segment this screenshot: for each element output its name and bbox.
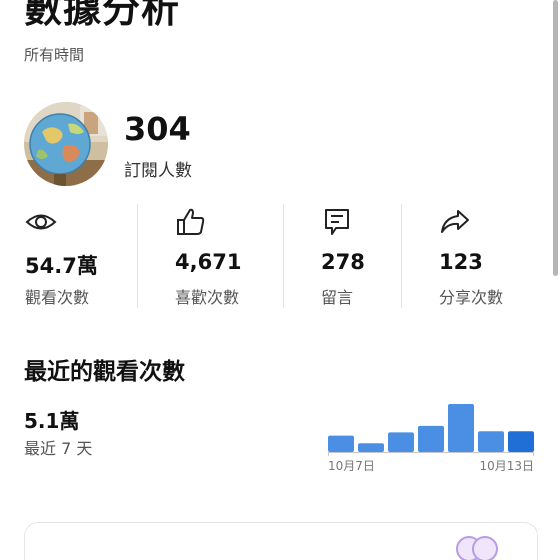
shares-label: 分享次數 (439, 288, 504, 307)
globe-avatar-image (24, 102, 108, 186)
comments-label: 留言 (321, 288, 354, 307)
views-value: 54.7萬 (25, 254, 98, 278)
likes-value: 4,671 (175, 250, 242, 274)
comment-icon (321, 206, 353, 238)
recent-views-bar-chart: 10月7日 10月13日 (328, 404, 534, 473)
channel-avatar[interactable] (24, 102, 108, 186)
recent-views-period: 最近 7 天 (24, 439, 93, 458)
recent-views-value: 5.1萬 (24, 409, 80, 433)
stats-row: 54.7萬 觀看次數 4,671 喜歡次數 278 留言 123 分享次數 (0, 204, 560, 308)
eye-icon (25, 206, 57, 238)
chart-bar (508, 431, 534, 452)
chart-bar (388, 432, 414, 452)
scrollbar[interactable] (553, 0, 558, 276)
recent-views-title: 最近的觀看次數 (24, 359, 185, 385)
chart-bar (328, 435, 354, 452)
comments-value: 278 (321, 250, 365, 274)
thumbs-up-icon (175, 206, 207, 238)
chart-tick-label: 10月7日 (328, 459, 375, 473)
next-section-card[interactable] (24, 522, 538, 560)
date-range-label[interactable]: 所有時間 (24, 44, 84, 65)
analytics-page: 數據分析 所有時間 304 訂閱人數 54.7萬 觀看次數 4,671 喜歡次數… (0, 0, 560, 560)
chart-bar (418, 425, 444, 452)
chart-tick-label: 10月13日 (479, 459, 534, 473)
shares-value: 123 (439, 250, 483, 274)
likes-label: 喜歡次數 (175, 288, 240, 307)
recent-views-chart[interactable]: 10月7日 10月13日 (322, 398, 540, 478)
stat-divider (137, 204, 138, 308)
views-label: 觀看次數 (25, 288, 90, 307)
stat-divider (401, 204, 402, 308)
subscriber-label: 訂閱人數 (124, 161, 192, 181)
chart-bar (448, 404, 474, 452)
stat-divider (283, 204, 284, 308)
decoration-icon (456, 536, 498, 560)
share-icon (439, 206, 471, 238)
subscriber-count: 304 (124, 110, 191, 148)
chart-bar (358, 443, 384, 452)
page-title: 數據分析 (24, 0, 181, 31)
chart-bar (478, 431, 504, 452)
